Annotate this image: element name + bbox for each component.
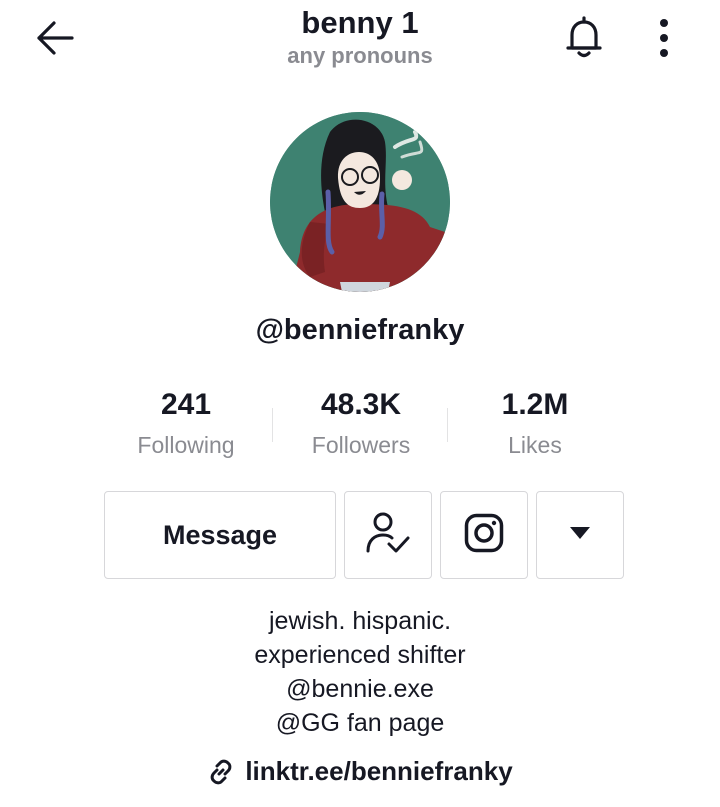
stat-following[interactable]: 241 Following (106, 386, 266, 466)
profile-bio: jewish. hispanic. experienced shifter @b… (0, 604, 720, 740)
following-label: Following (137, 432, 235, 458)
bio-link[interactable]: linktr.ee/benniefranky (0, 756, 720, 787)
bio-link-text: linktr.ee/benniefranky (245, 756, 513, 786)
stat-likes[interactable]: 1.2M Likes (455, 386, 615, 466)
stat-followers[interactable]: 48.3K Followers (281, 386, 441, 466)
stats-divider (272, 408, 273, 442)
instagram-icon (464, 513, 504, 558)
followers-count: 48.3K (320, 388, 402, 421)
stats-divider (447, 408, 448, 442)
followers-label: Followers (311, 432, 411, 458)
likes-count: 1.2M (501, 388, 569, 421)
stats-row: 241 Following 48.3K Followers 1.2M Likes (0, 386, 720, 466)
likes-label: Likes (508, 432, 562, 458)
bell-icon (564, 15, 604, 65)
notifications-button[interactable] (560, 15, 608, 65)
bio-line: jewish. hispanic. (268, 607, 452, 635)
top-bar: benny 1 any pronouns (0, 0, 720, 80)
following-count: 241 (160, 388, 212, 421)
more-options-button[interactable] (644, 16, 684, 64)
bio-line: experienced shifter (254, 641, 466, 669)
more-actions-dropdown[interactable] (536, 491, 624, 579)
more-vertical-icon (658, 18, 670, 63)
profile-pronouns: any pronouns (287, 43, 433, 68)
header-titles: benny 1 any pronouns (160, 4, 560, 70)
message-button[interactable]: Message (104, 491, 336, 579)
following-button[interactable] (344, 491, 432, 579)
link-icon (207, 758, 235, 786)
username-handle: @benniefranky (255, 314, 465, 346)
caret-down-icon (569, 526, 591, 545)
bio-line: @bennie.exe (286, 675, 434, 703)
user-check-icon (365, 511, 411, 560)
avatar[interactable] (270, 112, 450, 292)
instagram-button[interactable] (440, 491, 528, 579)
back-button[interactable] (28, 18, 80, 62)
avatar-illustration (270, 112, 450, 292)
arrow-left-icon (34, 20, 74, 61)
profile-name: benny 1 (301, 5, 419, 40)
bio-line: @GG fan page (275, 709, 445, 737)
